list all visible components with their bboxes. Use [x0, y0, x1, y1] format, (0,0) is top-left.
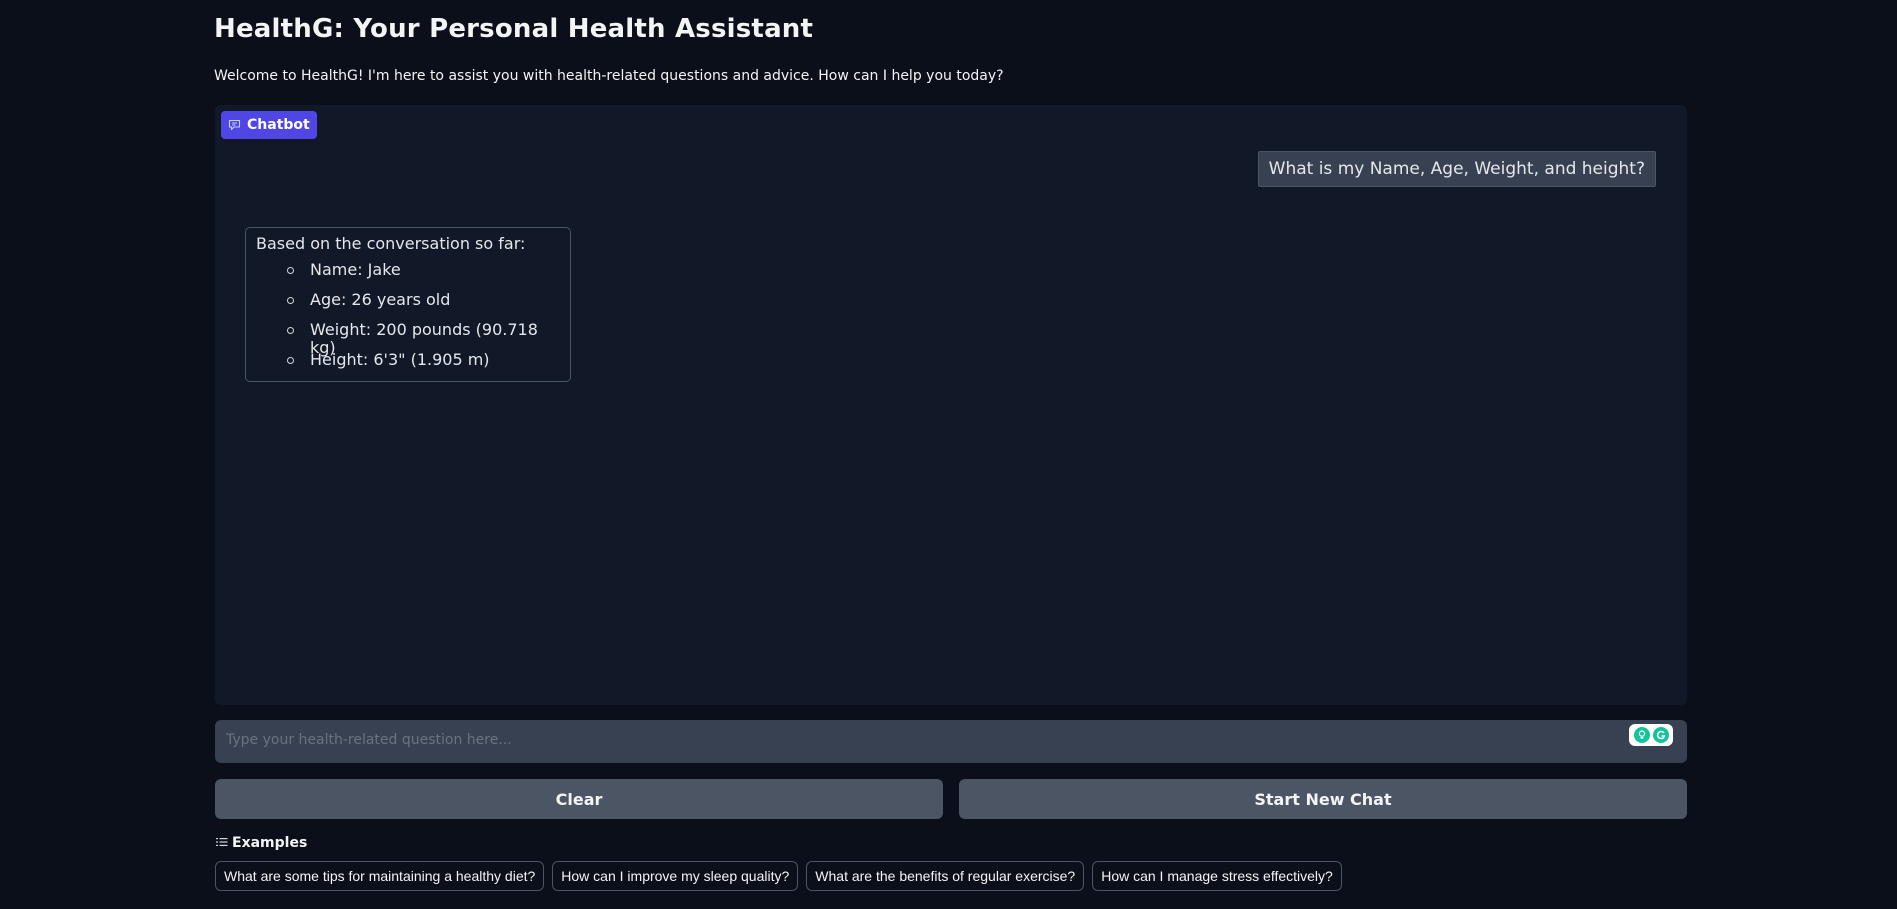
- list-item: Weight: 200 pounds (90.718 kg): [286, 319, 560, 357]
- chatbot-label-badge: Chatbot: [221, 111, 317, 139]
- bot-message-intro: Based on the conversation so far:: [256, 234, 526, 253]
- app-container: HealthG: Your Personal Health Assistant …: [214, 0, 1687, 909]
- example-chip-stress[interactable]: How can I manage stress effectively?: [1092, 861, 1342, 891]
- examples-list: What are some tips for maintaining a hea…: [215, 861, 1342, 891]
- lightbulb-icon: [1633, 727, 1650, 743]
- start-new-chat-button[interactable]: Start New Chat: [959, 779, 1687, 819]
- grammarly-icon[interactable]: [1629, 724, 1673, 746]
- list-icon: [216, 835, 228, 851]
- bot-message-list: Name: Jake Age: 26 years old Weight: 200…: [256, 259, 560, 379]
- chatbot-label: Chatbot: [247, 117, 310, 133]
- clear-button[interactable]: Clear: [215, 779, 943, 819]
- question-input-container: [215, 720, 1687, 763]
- chat-bubble-icon: [228, 119, 241, 131]
- page-title: HealthG: Your Personal Health Assistant: [214, 14, 814, 44]
- list-item: Height: 6'3" (1.905 m): [286, 349, 560, 379]
- chatbot-panel: Chatbot What is my Name, Age, Weight, an…: [215, 105, 1687, 705]
- list-item: Name: Jake: [286, 259, 560, 289]
- grammarly-g-icon: [1652, 727, 1669, 743]
- list-item: Age: 26 years old: [286, 289, 560, 319]
- user-message: What is my Name, Age, Weight, and height…: [1257, 151, 1656, 187]
- example-chip-exercise[interactable]: What are the benefits of regular exercis…: [806, 861, 1085, 891]
- question-input[interactable]: [216, 721, 1686, 762]
- example-chip-sleep[interactable]: How can I improve my sleep quality?: [552, 861, 799, 891]
- example-chip-diet[interactable]: What are some tips for maintaining a hea…: [215, 861, 545, 891]
- page-subtitle: Welcome to HealthG! I'm here to assist y…: [214, 68, 1004, 84]
- examples-label: Examples: [232, 835, 308, 851]
- bot-message: Based on the conversation so far: Name: …: [245, 227, 571, 382]
- examples-header: Examples: [216, 835, 307, 851]
